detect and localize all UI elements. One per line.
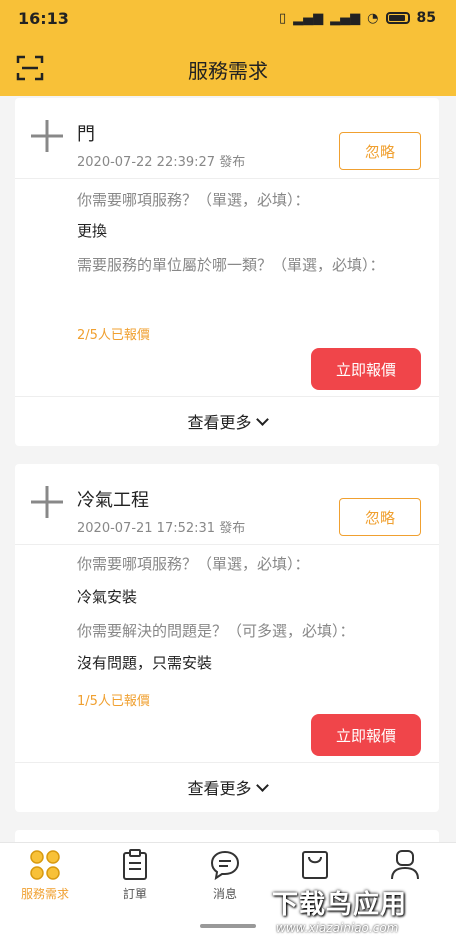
card-date: 2020-07-22 22:39:27 發布: [77, 155, 246, 170]
divider: [15, 396, 439, 397]
tab-label: 服務需求: [20, 887, 69, 901]
battery-icon: [385, 12, 410, 24]
question-label: 需要服務的單位屬於哪一類？（單選，必填）：: [77, 256, 385, 274]
bag-icon: [302, 851, 328, 879]
answer-value: 沒有問題，只需安裝: [77, 654, 213, 672]
view-more-link[interactable]: 查看更多: [15, 775, 439, 799]
request-card: 冷氣工程 2020-07-21 17:52:31 發布 忽略 你需要哪項服務？（…: [15, 464, 439, 812]
card-title: 冷氣工程: [77, 490, 149, 511]
status-icons: ▯ ▂▄▆ ▂▄▆ ◔ 85: [279, 10, 436, 26]
tab-messages[interactable]: 消息: [180, 849, 270, 902]
signal-icon: ▂▄▆: [293, 10, 324, 26]
clipboard-icon: [123, 849, 147, 880]
wifi-icon: ◔: [367, 10, 379, 26]
quote-now-button[interactable]: 立即報價: [311, 714, 421, 756]
ignore-button[interactable]: 忽略: [339, 498, 421, 536]
plus-icon: [31, 120, 63, 152]
watermark-text: 下载鸟应用: [272, 890, 408, 920]
request-card: 門 2020-07-22 22:39:27 發布 忽略 你需要哪項服務？（單選，…: [15, 98, 439, 446]
divider: [15, 178, 439, 179]
app-bar: 服務需求: [0, 40, 456, 96]
answer-value: 更換: [77, 222, 108, 240]
signal-icon: ▂▄▆: [330, 10, 361, 26]
tab-orders[interactable]: 訂單: [90, 849, 180, 902]
question-label: 你需要哪項服務？（單選，必填）：: [77, 191, 310, 209]
answer-value: 冷氣安裝: [77, 588, 138, 606]
tab-profile[interactable]: [360, 849, 450, 885]
quote-now-button[interactable]: 立即報價: [311, 348, 421, 390]
battery-percent: 85: [416, 10, 436, 26]
tab-service-requests[interactable]: 服務需求: [0, 849, 90, 902]
vibrate-icon: ▯: [279, 10, 287, 26]
chevron-down-icon: [255, 413, 269, 426]
tab-label: 訂單: [122, 887, 147, 901]
watermark-url: www.xiazainiao.com: [276, 921, 399, 935]
status-bar: 16:13 ▯ ▂▄▆ ▂▄▆ ◔ 85: [0, 0, 456, 40]
watermark: 下载鸟应用 www.xiazainiao.com: [272, 884, 454, 940]
quoted-count: 1/5人已報價: [77, 694, 150, 709]
tab-shop[interactable]: [270, 849, 360, 885]
ignore-button[interactable]: 忽略: [339, 132, 421, 170]
divider: [15, 762, 439, 763]
status-time: 16:13: [18, 9, 69, 28]
view-more-label: 查看更多: [187, 413, 252, 432]
card-title: 門: [77, 124, 95, 145]
page-title: 服務需求: [188, 59, 268, 83]
home-indicator: [200, 924, 256, 928]
view-more-link[interactable]: 查看更多: [15, 409, 439, 433]
chevron-down-icon: [255, 779, 269, 792]
view-more-label: 查看更多: [187, 779, 252, 798]
plus-icon: [31, 486, 63, 518]
card-date: 2020-07-21 17:52:31 發布: [77, 521, 246, 536]
grid-icon: [30, 850, 60, 880]
chat-icon: [210, 850, 240, 881]
question-label: 你需要解決的問題是？（可多選，必填）：: [77, 622, 355, 640]
divider: [15, 544, 439, 545]
quoted-count: 2/5人已報價: [77, 328, 150, 343]
user-icon: [391, 850, 419, 880]
tab-label: 消息: [212, 887, 237, 901]
question-label: 你需要哪項服務？（單選，必填）：: [77, 555, 310, 573]
